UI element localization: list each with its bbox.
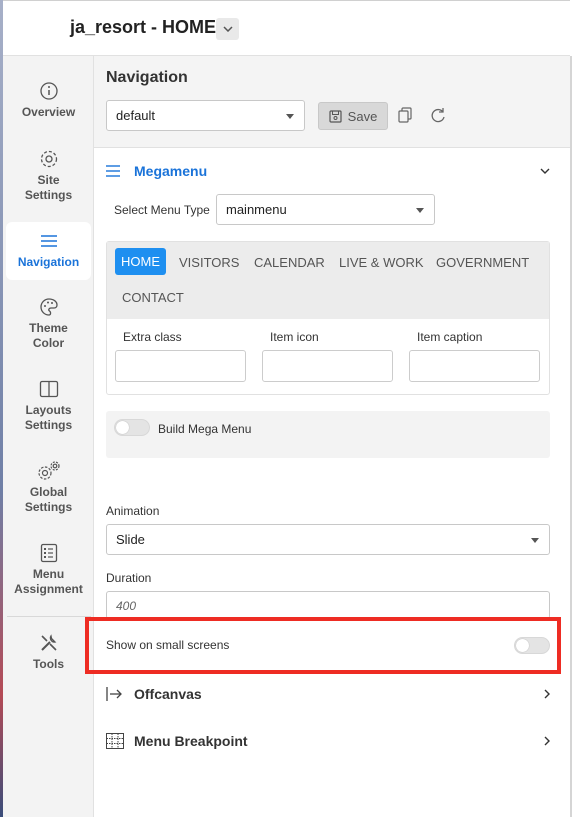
toggle-knob	[116, 421, 129, 434]
menu-breakpoint-title: Menu Breakpoint	[134, 733, 248, 749]
menu-icon	[6, 230, 91, 252]
megamenu-section-header[interactable]: Megamenu	[94, 148, 570, 194]
preset-select[interactable]: default	[106, 100, 305, 131]
main-panel: Navigation default Save Megamenu Select …	[94, 56, 570, 817]
highlight-annotation-box	[85, 617, 561, 674]
sidebar-item-label: Settings	[24, 500, 73, 514]
caret-down-icon	[416, 207, 424, 213]
megamenu-title: Megamenu	[134, 162, 208, 179]
extra-class-input[interactable]	[115, 350, 246, 382]
gears-icon	[6, 460, 91, 482]
floppy-icon	[329, 109, 342, 123]
animation-value: Slide	[116, 532, 145, 547]
page-title: Navigation	[106, 69, 188, 86]
chevron-right-icon	[544, 689, 550, 699]
sidebar-item-tools[interactable]: Tools	[6, 632, 91, 676]
tab-government[interactable]: GOVERNMENT	[436, 255, 529, 270]
tab-calendar[interactable]: CALENDAR	[254, 255, 325, 270]
chevron-down-icon	[222, 26, 233, 32]
menu-type-value: mainmenu	[226, 202, 287, 217]
chevron-down-icon	[540, 168, 550, 174]
offcanvas-section-header[interactable]: Offcanvas	[94, 671, 570, 717]
sidebar-item-label: Navigation	[17, 255, 80, 269]
save-button-label: Save	[347, 108, 378, 124]
refresh-icon[interactable]	[430, 107, 446, 123]
menu-type-select[interactable]: mainmenu	[216, 194, 435, 225]
tab-contact[interactable]: CONTACT	[122, 290, 184, 305]
top-bar: ja_resort - HOME	[3, 0, 570, 56]
sidebar-divider	[7, 616, 91, 617]
build-mega-menu-toggle[interactable]	[114, 419, 150, 436]
extra-class-label: Extra class	[123, 330, 182, 344]
item-icon-input[interactable]	[262, 350, 393, 382]
menu-tabs: HOME VISITORS CALENDAR LIVE & WORK GOVER…	[107, 242, 549, 319]
arrow-right-to-bar-icon	[106, 687, 122, 701]
sidebar-item-navigation[interactable]: Navigation	[6, 222, 91, 280]
build-mega-menu-row: Build Mega Menu	[106, 411, 550, 458]
checklist-icon	[6, 542, 91, 564]
animation-select[interactable]: Slide	[106, 524, 550, 555]
offcanvas-title: Offcanvas	[134, 686, 202, 702]
save-button[interactable]: Save	[318, 102, 388, 130]
info-icon	[6, 80, 91, 102]
tab-visitors[interactable]: VISITORS	[179, 255, 239, 270]
duration-value: 400	[116, 598, 137, 613]
caret-down-icon	[531, 537, 539, 543]
sidebar-item-label: Global	[29, 485, 68, 499]
breakpoint-grid-icon	[106, 733, 124, 749]
sidebar-item-label: Settings	[24, 418, 73, 432]
copy-icon[interactable]	[398, 107, 414, 123]
palette-icon	[6, 296, 91, 318]
gear-icon	[6, 148, 91, 170]
sidebar-item-layouts-settings[interactable]: Layouts Settings	[6, 378, 91, 436]
sidebar: Overview Site Settings Navigation Theme …	[3, 56, 94, 817]
item-caption-input[interactable]	[409, 350, 540, 382]
duration-input[interactable]: 400	[106, 591, 550, 619]
menu-items-panel: HOME VISITORS CALENDAR LIVE & WORK GOVER…	[106, 241, 550, 395]
menu-breakpoint-section-header[interactable]: Menu Breakpoint	[94, 718, 570, 764]
sidebar-item-label: Overview	[21, 105, 76, 119]
sidebar-item-label: Layouts	[25, 403, 72, 417]
sidebar-item-label: Settings	[24, 188, 73, 202]
tools-icon	[6, 632, 91, 654]
preset-select-value: default	[116, 108, 156, 123]
sidebar-item-theme-color[interactable]: Theme Color	[6, 296, 91, 354]
chevron-right-icon	[544, 736, 550, 746]
sidebar-item-site-settings[interactable]: Site Settings	[6, 148, 91, 206]
animation-label: Animation	[106, 504, 160, 518]
sidebar-item-label: Assignment	[14, 582, 83, 596]
select-menu-type-label: Select Menu Type	[114, 203, 210, 217]
site-dropdown-button[interactable]	[216, 18, 239, 40]
sidebar-item-global-settings[interactable]: Global Settings	[6, 460, 91, 518]
menu-icon	[106, 164, 120, 177]
sidebar-item-label: Theme	[29, 321, 68, 335]
item-caption-label: Item caption	[417, 330, 483, 344]
item-icon-label: Item icon	[270, 330, 319, 344]
sidebar-item-overview[interactable]: Overview	[6, 80, 91, 124]
sidebar-item-menu-assignment[interactable]: Menu Assignment	[6, 542, 91, 600]
duration-label: Duration	[106, 571, 152, 585]
caret-down-icon	[286, 113, 294, 119]
sidebar-item-label: Color	[32, 336, 65, 350]
sidebar-item-label: Tools	[32, 657, 65, 671]
layout-icon	[6, 378, 91, 400]
site-title: ja_resort - HOME	[70, 17, 217, 37]
tab-home[interactable]: HOME	[115, 248, 166, 275]
navigation-header: Navigation default Save	[94, 56, 570, 148]
sidebar-item-label: Site	[37, 173, 60, 187]
build-mega-menu-label: Build Mega Menu	[158, 422, 252, 436]
tab-live-work[interactable]: LIVE & WORK	[339, 255, 424, 270]
sidebar-item-label: Menu	[32, 567, 65, 581]
